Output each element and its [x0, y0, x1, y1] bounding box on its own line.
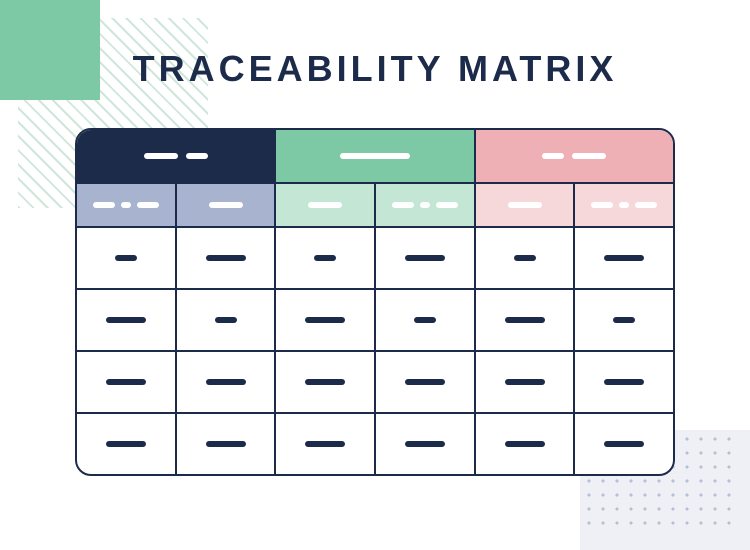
placeholder-icon [106, 379, 146, 385]
sub-header-4 [376, 182, 476, 226]
placeholder-icon [93, 202, 115, 208]
table-cell [575, 228, 673, 288]
placeholder-icon [305, 441, 345, 447]
placeholder-icon [591, 202, 613, 208]
placeholder-icon [542, 153, 564, 159]
placeholder-icon [209, 202, 243, 208]
table-row [77, 226, 673, 288]
table-cell [177, 290, 277, 350]
traceability-matrix [75, 128, 675, 476]
placeholder-icon [144, 153, 178, 159]
table-cell [376, 228, 476, 288]
table-cell [376, 290, 476, 350]
placeholder-icon [206, 379, 246, 385]
placeholder-icon [613, 317, 635, 323]
placeholder-icon [392, 202, 414, 208]
placeholder-icon [106, 317, 146, 323]
sub-header-1 [77, 182, 177, 226]
page-title: TRACEABILITY MATRIX [0, 48, 750, 90]
placeholder-icon [121, 202, 131, 208]
placeholder-icon [604, 441, 644, 447]
table-cell [276, 228, 376, 288]
placeholder-icon [635, 202, 657, 208]
data-rows [77, 226, 673, 474]
table-cell [575, 352, 673, 412]
table-cell [276, 414, 376, 474]
placeholder-icon [305, 379, 345, 385]
placeholder-icon [206, 255, 246, 261]
placeholder-icon [414, 317, 436, 323]
placeholder-icon [572, 153, 606, 159]
sub-header-2 [177, 182, 277, 226]
placeholder-icon [420, 202, 430, 208]
placeholder-icon [305, 317, 345, 323]
placeholder-icon [206, 441, 246, 447]
placeholder-icon [308, 202, 342, 208]
table-cell [177, 414, 277, 474]
table-cell [376, 352, 476, 412]
group-header-2 [276, 130, 475, 182]
table-cell [276, 290, 376, 350]
sub-header-row [77, 182, 673, 226]
placeholder-icon [106, 441, 146, 447]
table-cell [77, 414, 177, 474]
placeholder-icon [405, 255, 445, 261]
placeholder-icon [215, 317, 237, 323]
placeholder-icon [137, 202, 159, 208]
sub-header-3 [276, 182, 376, 226]
placeholder-icon [314, 255, 336, 261]
group-header-3 [476, 130, 673, 182]
table-cell [177, 352, 277, 412]
placeholder-icon [340, 153, 410, 159]
placeholder-icon [505, 441, 545, 447]
table-cell [77, 290, 177, 350]
placeholder-icon [514, 255, 536, 261]
placeholder-icon [186, 153, 208, 159]
table-row [77, 350, 673, 412]
group-header-row [77, 130, 673, 182]
table-row [77, 288, 673, 350]
placeholder-icon [508, 202, 542, 208]
table-cell [476, 414, 576, 474]
table-cell [476, 290, 576, 350]
placeholder-icon [505, 317, 545, 323]
placeholder-icon [604, 379, 644, 385]
placeholder-icon [405, 379, 445, 385]
placeholder-icon [604, 255, 644, 261]
table-cell [476, 352, 576, 412]
table-cell [575, 414, 673, 474]
table-cell [276, 352, 376, 412]
group-header-1 [77, 130, 276, 182]
table-cell [575, 290, 673, 350]
placeholder-icon [505, 379, 545, 385]
placeholder-icon [115, 255, 137, 261]
table-cell [77, 228, 177, 288]
placeholder-icon [436, 202, 458, 208]
table-cell [77, 352, 177, 412]
table-cell [376, 414, 476, 474]
table-row [77, 412, 673, 474]
table-cell [476, 228, 576, 288]
table-cell [177, 228, 277, 288]
placeholder-icon [405, 441, 445, 447]
sub-header-6 [575, 182, 673, 226]
sub-header-5 [476, 182, 576, 226]
placeholder-icon [619, 202, 629, 208]
